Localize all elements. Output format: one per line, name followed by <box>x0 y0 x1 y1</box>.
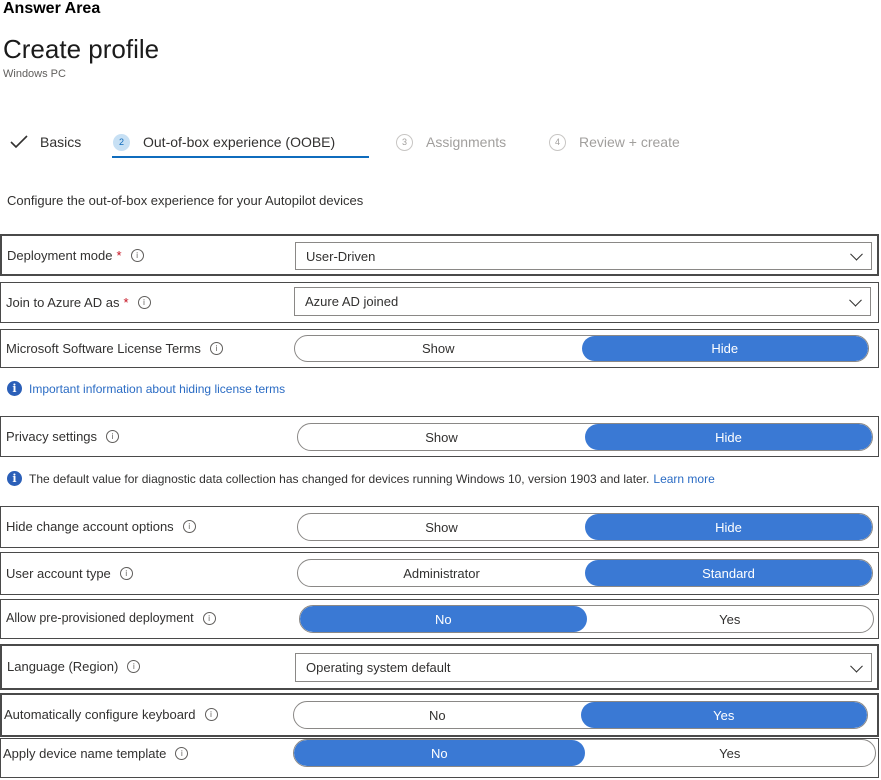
step-number: 3 <box>396 133 413 151</box>
answer-area-heading: Answer Area <box>3 0 101 17</box>
field-label: Language (Region) <box>7 659 119 674</box>
toggle-option-hide[interactable]: Hide <box>585 514 872 540</box>
field-label: Join to Azure AD as <box>6 295 120 310</box>
device-name-template-toggle[interactable]: No Yes <box>293 739 876 767</box>
step-basics[interactable]: Basics <box>10 130 81 154</box>
field-label: Hide change account options <box>6 519 174 534</box>
auto-keyboard-row: Automatically configure keyboard i No Ye… <box>0 693 879 737</box>
toggle-option-administrator[interactable]: Administrator <box>298 560 585 586</box>
auto-keyboard-toggle[interactable]: No Yes <box>293 701 868 729</box>
info-icon[interactable]: i <box>137 296 151 309</box>
toggle-option-yes[interactable]: Yes <box>580 702 867 728</box>
section-description: Configure the out-of-box experience for … <box>7 193 364 208</box>
license-info-link[interactable]: Important information about hiding licen… <box>29 382 285 396</box>
toggle-option-standard[interactable]: Standard <box>585 560 872 586</box>
step-oobe[interactable]: 2 Out-of-box experience (OOBE) <box>113 130 335 154</box>
checkmark-icon <box>10 135 28 149</box>
language-region-dropdown[interactable]: Operating system default <box>295 653 872 682</box>
step-review-create[interactable]: 4 Review + create <box>549 130 680 154</box>
device-name-template-row: Apply device name template i No Yes <box>0 738 879 778</box>
step-label: Assignments <box>426 134 507 150</box>
field-label: Privacy settings <box>6 429 98 444</box>
step-number: 4 <box>549 133 566 151</box>
info-icon[interactable]: i <box>106 430 120 443</box>
info-icon[interactable]: i <box>130 249 144 262</box>
field-label: User account type <box>6 566 111 581</box>
toggle-option-no[interactable]: No <box>294 740 585 766</box>
dropdown-value: User-Driven <box>306 248 376 264</box>
info-icon[interactable]: i <box>204 708 218 721</box>
pre-provisioned-row: Allow pre-provisioned deployment i No Ye… <box>0 599 879 639</box>
step-assignments[interactable]: 3 Assignments <box>396 130 506 154</box>
user-account-type-row: User account type i Administrator Standa… <box>0 552 879 595</box>
info-icon[interactable]: i <box>119 567 133 580</box>
toggle-option-no[interactable]: No <box>300 606 587 632</box>
toggle-option-no[interactable]: No <box>294 702 581 728</box>
active-step-underline <box>112 156 369 158</box>
join-azure-row: Join to Azure AD as * i Azure AD joined <box>0 282 879 323</box>
hide-change-account-row: Hide change account options i Show Hide <box>0 506 879 548</box>
pre-provisioned-toggle[interactable]: No Yes <box>299 605 874 633</box>
step-number: 2 <box>113 133 130 151</box>
field-label: Apply device name template <box>3 746 167 761</box>
deployment-mode-dropdown[interactable]: User-Driven <box>295 242 872 270</box>
step-label: Basics <box>40 134 82 150</box>
language-region-row: Language (Region) i Operating system def… <box>0 644 879 690</box>
page-title: Create profile <box>3 34 160 64</box>
toggle-option-hide[interactable]: Hide <box>585 424 872 450</box>
field-label: Deployment mode <box>7 248 113 263</box>
privacy-settings-row: Privacy settings i Show Hide <box>0 416 879 457</box>
toggle-option-yes[interactable]: Yes <box>585 740 876 766</box>
license-info-note[interactable]: i Important information about hiding lic… <box>7 381 285 396</box>
toggle-option-hide[interactable]: Hide <box>581 336 868 361</box>
info-circle-icon: i <box>7 471 22 486</box>
toggle-option-show[interactable]: Show <box>295 336 582 361</box>
step-label: Out-of-box experience (OOBE) <box>143 134 336 150</box>
toggle-option-show[interactable]: Show <box>298 424 585 450</box>
page-subtitle: Windows PC <box>3 68 66 80</box>
info-icon[interactable]: i <box>127 660 141 673</box>
privacy-note-text: The default value for diagnostic data co… <box>29 471 650 486</box>
privacy-info-note: i The default value for diagnostic data … <box>7 471 715 486</box>
chevron-down-icon <box>850 247 863 261</box>
license-terms-toggle[interactable]: Show Hide <box>294 335 869 362</box>
privacy-settings-toggle[interactable]: Show Hide <box>297 423 873 451</box>
info-icon[interactable]: i <box>209 342 223 355</box>
toggle-option-show[interactable]: Show <box>298 514 585 540</box>
hide-change-account-toggle[interactable]: Show Hide <box>297 513 873 541</box>
chevron-down-icon <box>850 659 863 673</box>
field-label: Microsoft Software License Terms <box>6 341 201 356</box>
learn-more-link[interactable]: Learn more <box>653 472 714 486</box>
dropdown-value: Azure AD joined <box>305 294 399 309</box>
required-asterisk: * <box>116 248 122 263</box>
required-asterisk: * <box>123 295 129 310</box>
info-icon[interactable]: i <box>202 611 216 625</box>
info-icon[interactable]: i <box>182 520 196 533</box>
step-label: Review + create <box>579 134 680 150</box>
toggle-option-yes[interactable]: Yes <box>587 606 874 632</box>
user-account-type-toggle[interactable]: Administrator Standard <box>297 559 873 587</box>
join-azure-dropdown[interactable]: Azure AD joined <box>294 287 871 316</box>
field-label: Allow pre-provisioned deployment <box>6 611 194 625</box>
field-label: Automatically configure keyboard <box>4 707 196 722</box>
info-icon[interactable]: i <box>175 747 189 760</box>
info-circle-icon: i <box>7 381 22 396</box>
deployment-mode-row: Deployment mode * i User-Driven <box>0 234 879 276</box>
dropdown-value: Operating system default <box>306 660 451 675</box>
chevron-down-icon <box>849 293 862 307</box>
license-terms-row: Microsoft Software License Terms i Show … <box>0 329 879 368</box>
